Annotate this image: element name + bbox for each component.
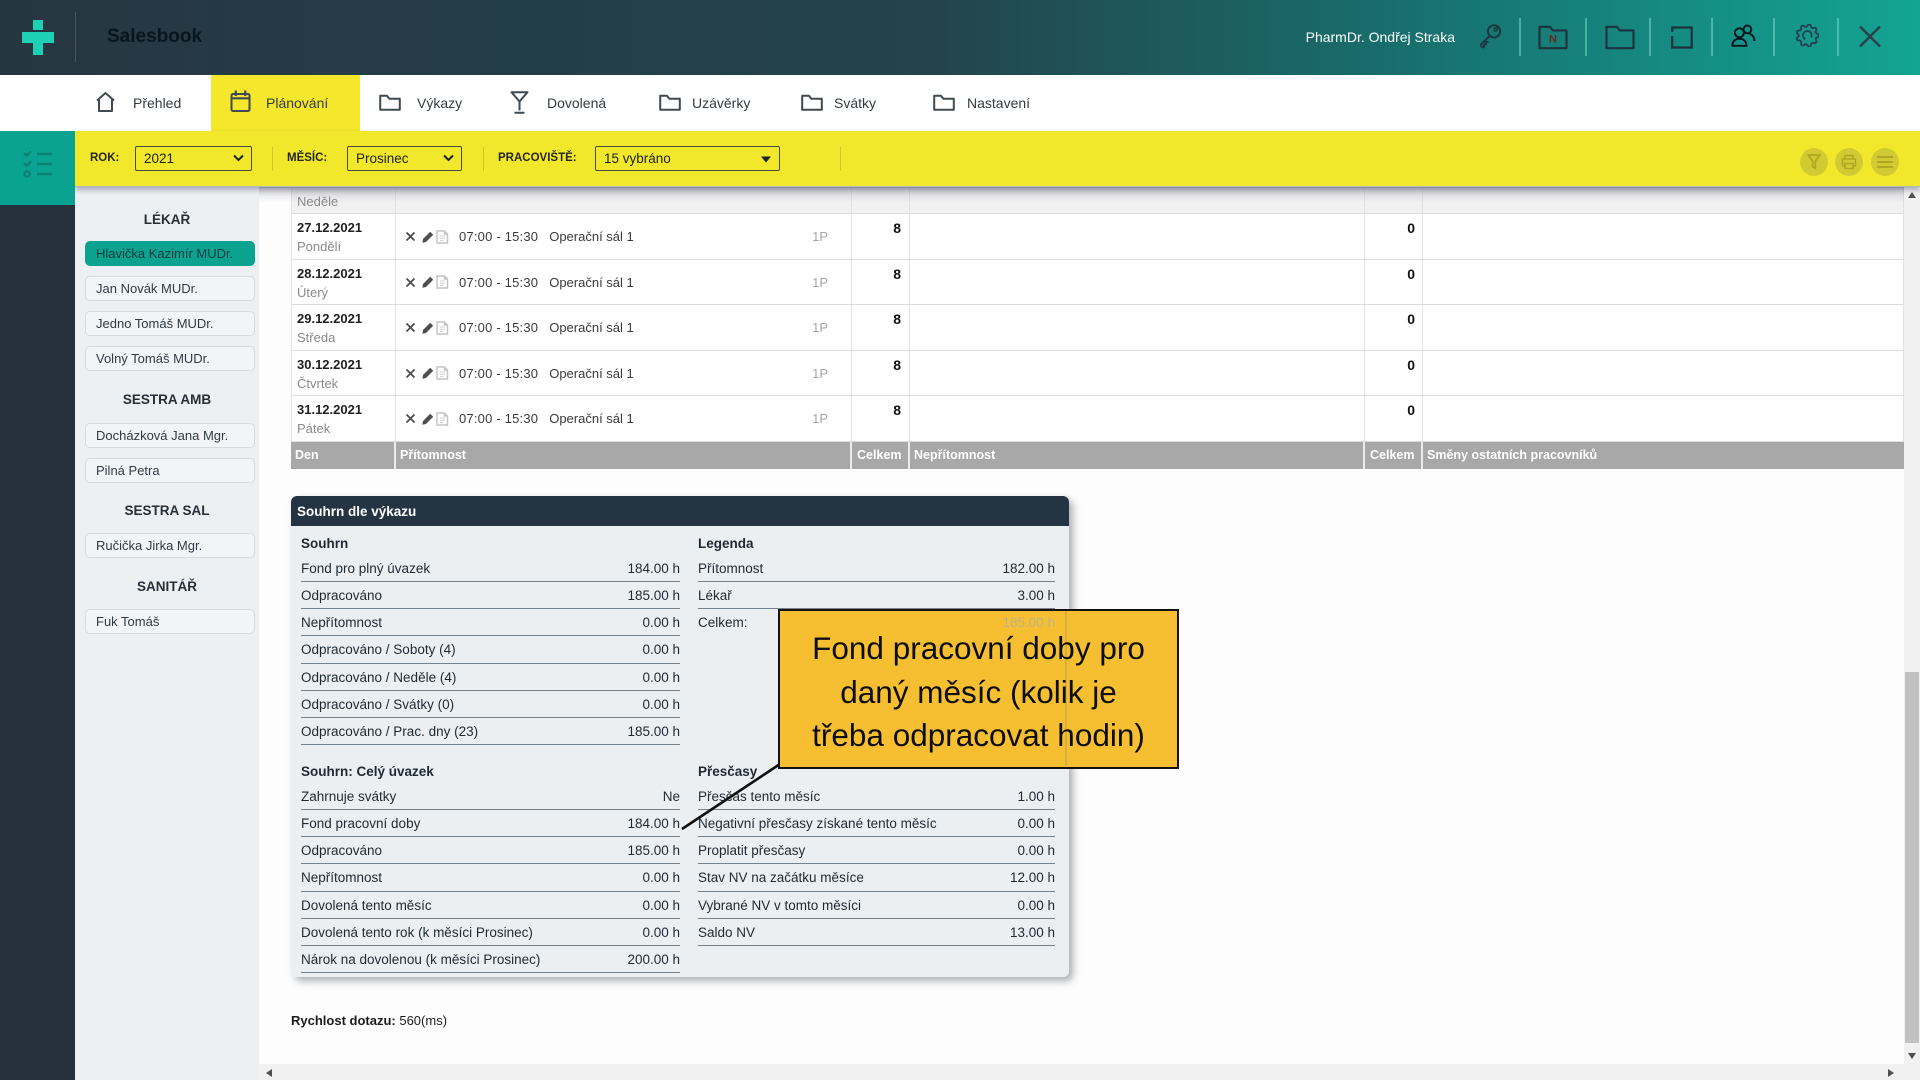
- svg-text:N: N: [1549, 34, 1557, 46]
